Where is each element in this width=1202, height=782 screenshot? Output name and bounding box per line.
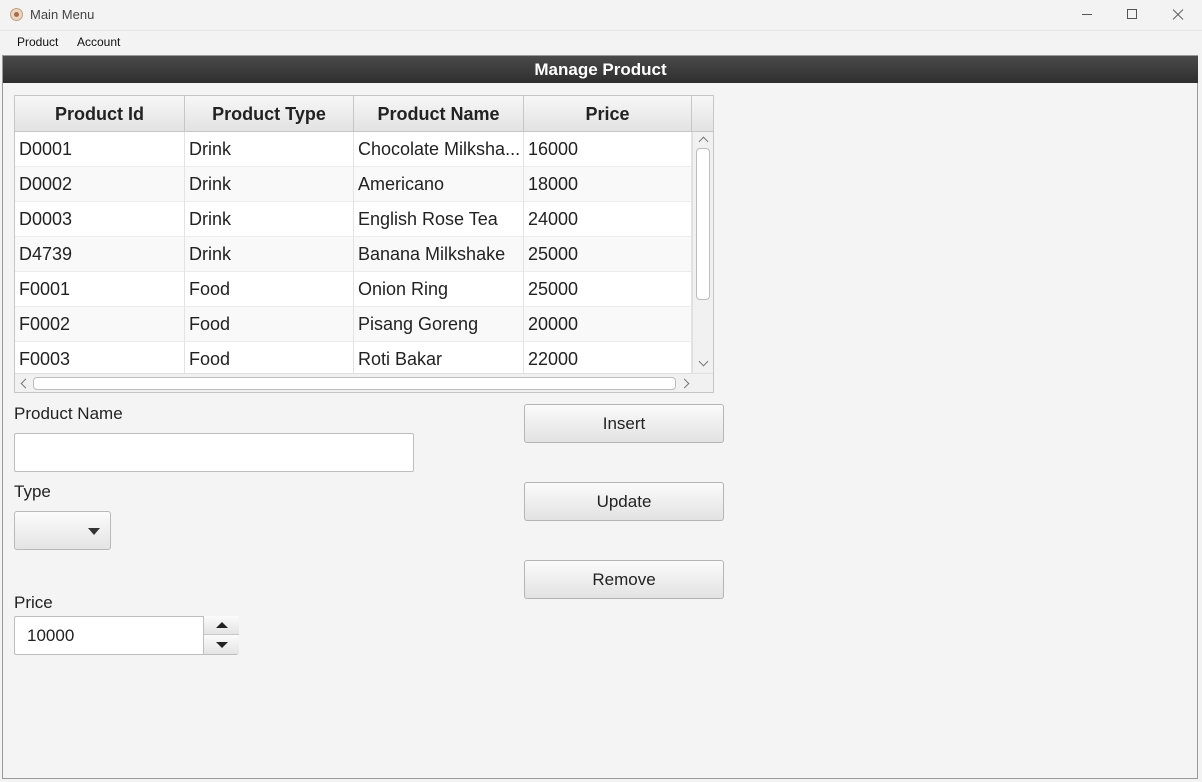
cell-product-name: Banana Milkshake (354, 237, 524, 272)
table-body: D0001 Drink Chocolate Milksha... 16000 D… (15, 132, 692, 373)
scroll-right-icon[interactable] (679, 378, 690, 389)
table-header: Product Id Product Type Product Name Pri… (15, 96, 713, 132)
cell-price: 24000 (524, 202, 692, 237)
section-title: Manage Product (3, 56, 1198, 83)
window-title: Main Menu (30, 7, 95, 22)
cell-product-name: Chocolate Milksha... (354, 132, 524, 167)
cell-product-name: Roti Bakar (354, 342, 524, 373)
cell-product-id: D0003 (15, 202, 185, 237)
decrement-button[interactable] (204, 635, 239, 654)
scroll-down-icon[interactable] (698, 356, 709, 367)
cell-product-type: Drink (185, 202, 354, 237)
remove-button[interactable]: Remove (524, 560, 724, 599)
cell-price: 25000 (524, 237, 692, 272)
cell-product-type: Food (185, 342, 354, 373)
scroll-up-icon[interactable] (698, 136, 709, 147)
table-row[interactable]: D0001 Drink Chocolate Milksha... 16000 (15, 132, 692, 167)
cell-product-type: Food (185, 307, 354, 342)
column-header-product-id[interactable]: Product Id (15, 96, 185, 131)
type-label: Type (14, 482, 51, 501)
cell-price: 18000 (524, 167, 692, 202)
cell-product-id: D0001 (15, 132, 185, 167)
arrow-down-icon (216, 642, 228, 648)
menu-product[interactable]: Product (13, 35, 62, 49)
window-titlebar: Main Menu (0, 0, 1202, 31)
cell-product-name: English Rose Tea (354, 202, 524, 237)
column-header-product-name[interactable]: Product Name (354, 96, 524, 131)
cell-product-type: Drink (185, 167, 354, 202)
product-table[interactable]: Product Id Product Type Product Name Pri… (14, 95, 714, 393)
menu-bar: Product Account (0, 31, 1202, 55)
column-header-price[interactable]: Price (524, 96, 692, 131)
cell-product-name: Onion Ring (354, 272, 524, 307)
cell-product-name: Americano (354, 167, 524, 202)
product-name-input[interactable] (14, 433, 414, 472)
table-row[interactable]: F0002 Food Pisang Goreng 20000 (15, 307, 692, 342)
cell-product-name: Pisang Goreng (354, 307, 524, 342)
cell-product-type: Food (185, 272, 354, 307)
cell-price: 20000 (524, 307, 692, 342)
cell-product-id: D4739 (15, 237, 185, 272)
product-name-label: Product Name (14, 404, 123, 423)
cell-product-id: D0002 (15, 167, 185, 202)
spinner-buttons (203, 616, 239, 655)
price-label: Price (14, 593, 53, 612)
horizontal-scroll-thumb[interactable] (33, 377, 676, 390)
cell-price: 22000 (524, 342, 692, 373)
table-row[interactable]: F0003 Food Roti Bakar 22000 (15, 342, 692, 373)
maximize-icon[interactable] (1109, 0, 1155, 30)
cell-product-type: Drink (185, 237, 354, 272)
column-header-product-type[interactable]: Product Type (185, 96, 354, 131)
vertical-scrollbar[interactable] (692, 132, 713, 373)
price-value[interactable]: 10000 (27, 626, 74, 646)
cell-product-id: F0002 (15, 307, 185, 342)
price-spinner[interactable]: 10000 (14, 616, 239, 655)
cell-price: 16000 (524, 132, 692, 167)
cell-product-id: F0003 (15, 342, 185, 373)
insert-button[interactable]: Insert (524, 404, 724, 443)
horizontal-scrollbar[interactable] (15, 373, 713, 392)
close-icon[interactable] (1155, 0, 1201, 30)
cell-price: 25000 (524, 272, 692, 307)
menu-account[interactable]: Account (73, 35, 124, 49)
table-row[interactable]: D4739 Drink Banana Milkshake 25000 (15, 237, 692, 272)
cell-product-type: Drink (185, 132, 354, 167)
arrow-up-icon (216, 622, 228, 628)
vertical-scroll-thumb[interactable] (696, 148, 710, 300)
minimize-icon[interactable] (1064, 0, 1110, 30)
table-row[interactable]: D0002 Drink Americano 18000 (15, 167, 692, 202)
table-row[interactable]: F0001 Food Onion Ring 25000 (15, 272, 692, 307)
increment-button[interactable] (204, 616, 239, 635)
update-button[interactable]: Update (524, 482, 724, 521)
cell-product-id: F0001 (15, 272, 185, 307)
type-select[interactable] (14, 511, 111, 550)
app-icon (10, 8, 23, 21)
table-row[interactable]: D0003 Drink English Rose Tea 24000 (15, 202, 692, 237)
chevron-down-icon (88, 528, 100, 535)
scroll-left-icon[interactable] (20, 378, 31, 389)
